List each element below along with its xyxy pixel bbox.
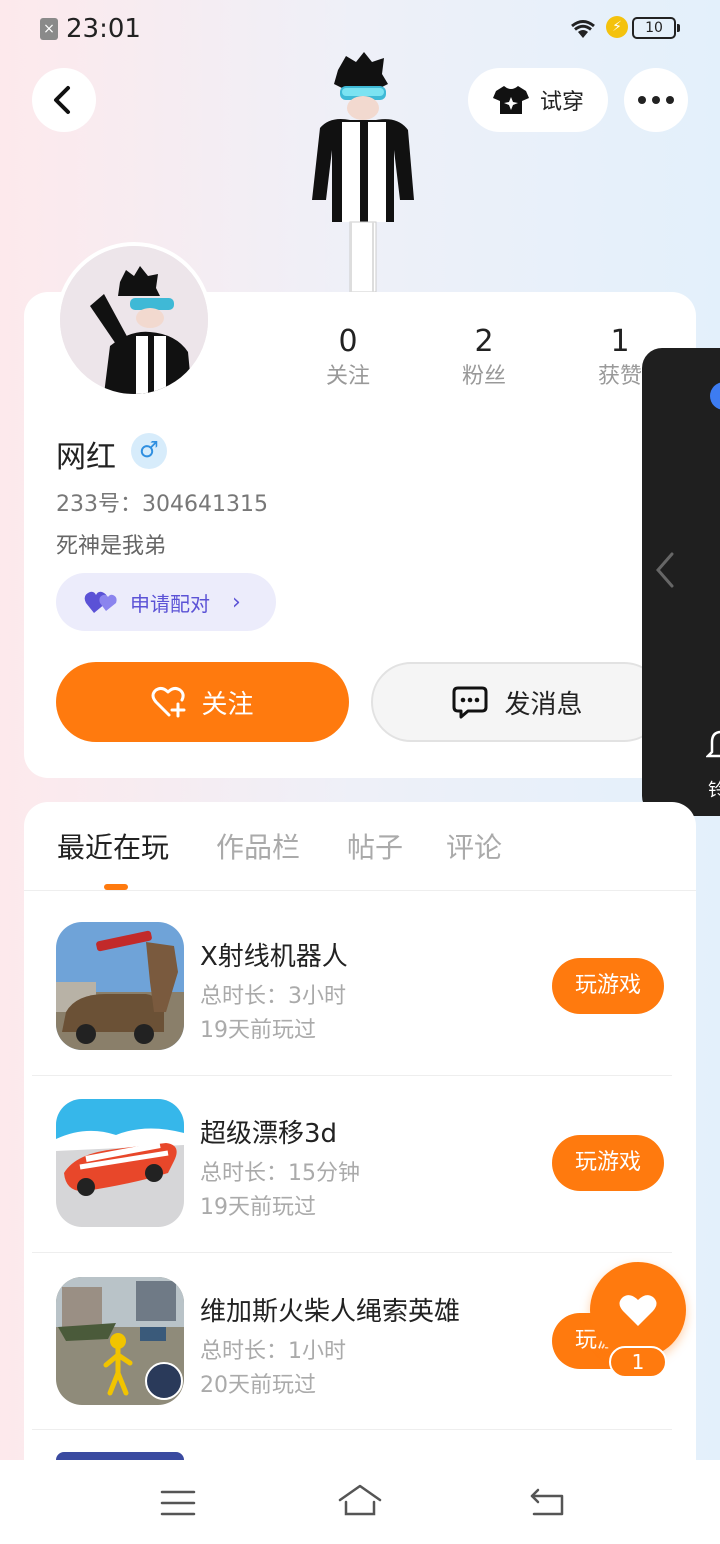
stat-fans-count: 2	[474, 324, 494, 359]
tab-comments[interactable]: 评论	[446, 826, 502, 866]
game-list-item[interactable]: X射线机器人 总时长：3小时 19天前玩过 玩游戏	[24, 922, 696, 1098]
profile-avatar[interactable]	[56, 242, 212, 398]
bell-icon[interactable]	[706, 728, 720, 764]
more-options-button[interactable]	[624, 68, 688, 132]
battery-icon: 10	[632, 17, 680, 39]
send-message-button[interactable]: 发消息	[371, 662, 664, 742]
floating-side-panel[interactable]: 铃	[642, 348, 720, 816]
side-panel-dot-icon	[710, 382, 720, 410]
game-duration: 总时长：1小时	[200, 1339, 346, 1364]
chat-bubble-icon	[452, 686, 488, 719]
status-time: 23:01	[66, 14, 141, 44]
row-divider	[32, 1075, 672, 1076]
request-pair-button[interactable]: 申请配对 ›	[56, 573, 276, 631]
double-heart-icon	[84, 591, 117, 613]
wifi-icon	[571, 20, 595, 38]
game-title: 维加斯火柴人绳索英雄	[200, 1297, 461, 1327]
tab-works[interactable]: 作品栏	[216, 826, 300, 866]
play-game-button[interactable]: 玩游戏	[552, 1135, 664, 1191]
avatar-image	[60, 246, 208, 394]
send-message-label: 发消息	[504, 689, 583, 720]
try-on-button[interactable]: 试穿	[468, 68, 608, 132]
heart-icon	[619, 1295, 657, 1326]
game-icon-super-drift	[56, 1099, 184, 1227]
row-divider	[32, 1252, 672, 1253]
tab-divider	[24, 890, 696, 891]
system-navigation-bar	[0, 1460, 720, 1544]
stat-fans[interactable]: 2 粉丝	[424, 322, 544, 392]
game-last-played: 19天前玩过	[200, 1018, 316, 1043]
game-icon-vegas-stickman	[56, 1277, 184, 1405]
like-count-badge: 1	[609, 1346, 667, 1378]
notification-icon: ×	[40, 18, 58, 40]
row-divider	[32, 1429, 672, 1430]
stat-following-count: 0	[338, 324, 358, 359]
stat-following[interactable]: 0 关注	[288, 322, 408, 392]
follow-button[interactable]: 关注	[56, 662, 349, 742]
home-icon[interactable]	[336, 1482, 384, 1518]
tab-posts[interactable]: 帖子	[347, 826, 403, 866]
user-id: 233号：304641315	[56, 492, 268, 517]
more-dot-icon	[638, 96, 646, 104]
game-icon-xray-robot	[56, 922, 184, 1050]
follow-label: 关注	[201, 689, 254, 720]
game-icon-partial	[56, 1452, 184, 1460]
tab-recently-played[interactable]: 最近在玩	[57, 826, 169, 866]
avatar-figure	[312, 52, 414, 293]
request-pair-label: 申请配对	[130, 591, 210, 616]
play-game-button[interactable]: 玩游戏	[552, 958, 664, 1014]
system-back-icon[interactable]	[528, 1486, 568, 1518]
heart-plus-icon	[151, 686, 186, 718]
try-on-label: 试穿	[539, 90, 584, 115]
chevron-left-icon[interactable]	[652, 548, 678, 592]
game-duration: 总时长：3小时	[200, 984, 346, 1009]
chevron-right-icon: ›	[232, 589, 241, 615]
username: 网红	[56, 440, 116, 475]
side-panel-bell-label: 铃	[708, 780, 720, 801]
stat-following-label: 关注	[325, 364, 370, 389]
stat-fans-label: 粉丝	[461, 364, 506, 389]
charging-icon: ⚡	[606, 16, 628, 38]
game-title: X射线机器人	[200, 942, 348, 972]
game-last-played: 19天前玩过	[200, 1195, 316, 1220]
like-floating-button[interactable]	[590, 1262, 686, 1358]
game-duration: 总时长：15分钟	[200, 1161, 360, 1186]
more-dot-icon	[666, 96, 674, 104]
game-title: 超级漂移3d	[200, 1119, 338, 1149]
shirt-icon	[492, 86, 529, 114]
menu-icon[interactable]	[160, 1488, 196, 1518]
game-list-item[interactable]: 超级漂移3d 总时长：15分钟 19天前玩过 玩游戏	[24, 1099, 696, 1275]
back-arrow-icon	[54, 86, 70, 114]
more-dot-icon	[652, 96, 660, 104]
gender-male-icon: ♂	[131, 433, 167, 469]
back-button[interactable]	[32, 68, 96, 132]
game-last-played: 20天前玩过	[200, 1373, 316, 1398]
user-bio: 死神是我弟	[56, 534, 167, 559]
